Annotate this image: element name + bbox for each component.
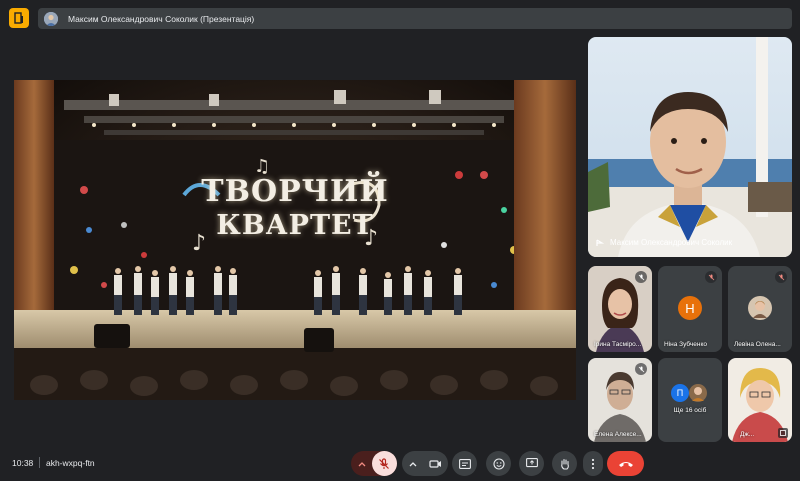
more-participants-tile[interactable]: П Ще 16 осіб: [658, 358, 722, 442]
presentation-video: ♪ ♪ ♫ ТВОРЧИЙ КВАРТЕТ: [14, 80, 576, 400]
more-participants-avatar: П: [671, 384, 689, 402]
top-bar: Максим Олександрович Соколик (Презентаці…: [0, 0, 800, 36]
participant-tile-6[interactable]: Дж...: [728, 358, 792, 442]
more-vert-icon: [591, 458, 595, 469]
participant-avatar-3: [748, 296, 772, 320]
captions-button[interactable]: [452, 451, 477, 476]
end-call-icon: [618, 461, 633, 467]
participant-name-6: Дж...: [740, 431, 755, 438]
presentation-title: Максим Олександрович Соколик (Презентаці…: [68, 13, 255, 24]
hand-icon: [560, 458, 569, 470]
mic-off-icon: [379, 457, 389, 469]
participant-name-4: Елена Алексе...: [594, 431, 642, 438]
present-icon: [525, 458, 538, 468]
stage-banner-line2: КВАРТЕТ: [216, 210, 374, 241]
captions-icon: [458, 458, 471, 469]
participant-thumb-icon: [689, 384, 707, 402]
participant-avatar-2: Н: [678, 296, 702, 320]
meeting-code: akh-wxpq-ftn: [46, 458, 95, 468]
speaker-tile[interactable]: Максим Олександрович Соколик: [588, 37, 792, 257]
participant-name-2: Ніна Зубченко: [664, 341, 708, 348]
mic-off-button[interactable]: [371, 451, 397, 476]
camera-button[interactable]: [423, 451, 448, 476]
speaker-name-label: Максим Олександрович Соколик: [596, 238, 732, 247]
presentation-banner[interactable]: Максим Олександрович Соколик (Презентаці…: [38, 8, 792, 29]
camera-options-chevron-icon[interactable]: [403, 451, 423, 476]
mic-options-chevron-icon[interactable]: [352, 451, 372, 476]
speaker-name: Максим Олександрович Соколик: [610, 238, 733, 247]
participant-tile-2[interactable]: Н Ніна Зубченко: [658, 266, 722, 352]
participant-tile-3[interactable]: Левіна Олена...: [728, 266, 792, 352]
bottom-bar: 10:38 akh-wxpq-ftn: [0, 446, 800, 481]
meeting-time: 10:38: [12, 458, 34, 468]
leave-call-button[interactable]: [607, 451, 644, 476]
mic-off-icon: [635, 271, 647, 283]
emoji-icon: [492, 457, 505, 470]
divider: [39, 457, 40, 468]
camera-icon: [428, 459, 441, 468]
presenting-icon: [596, 238, 604, 246]
speaker-video: [588, 37, 792, 257]
more-options-button[interactable]: [583, 451, 603, 476]
meeting-details-icon[interactable]: [9, 8, 29, 28]
pin-icon[interactable]: [778, 428, 788, 438]
participant-tile-1[interactable]: Ірина Тасміро...: [588, 266, 652, 352]
present-screen-button[interactable]: [519, 451, 544, 476]
mic-control-group: [351, 451, 397, 476]
raise-hand-button[interactable]: [552, 451, 577, 476]
camera-control-group: [402, 451, 448, 476]
mic-off-icon: [705, 271, 717, 283]
mic-off-icon: [775, 271, 787, 283]
participant-name-1: Ірина Тасміро...: [594, 341, 642, 348]
mic-off-icon: [635, 363, 647, 375]
presenter-avatar: [44, 11, 58, 26]
participant-tile-4[interactable]: Елена Алексе...: [588, 358, 652, 442]
participant-name-3: Левіна Олена...: [734, 341, 781, 348]
more-participants-label: Ще 16 осіб: [673, 407, 707, 414]
stage-banner-line1: ТВОРЧИЙ: [201, 174, 389, 209]
reactions-button[interactable]: [486, 451, 511, 476]
